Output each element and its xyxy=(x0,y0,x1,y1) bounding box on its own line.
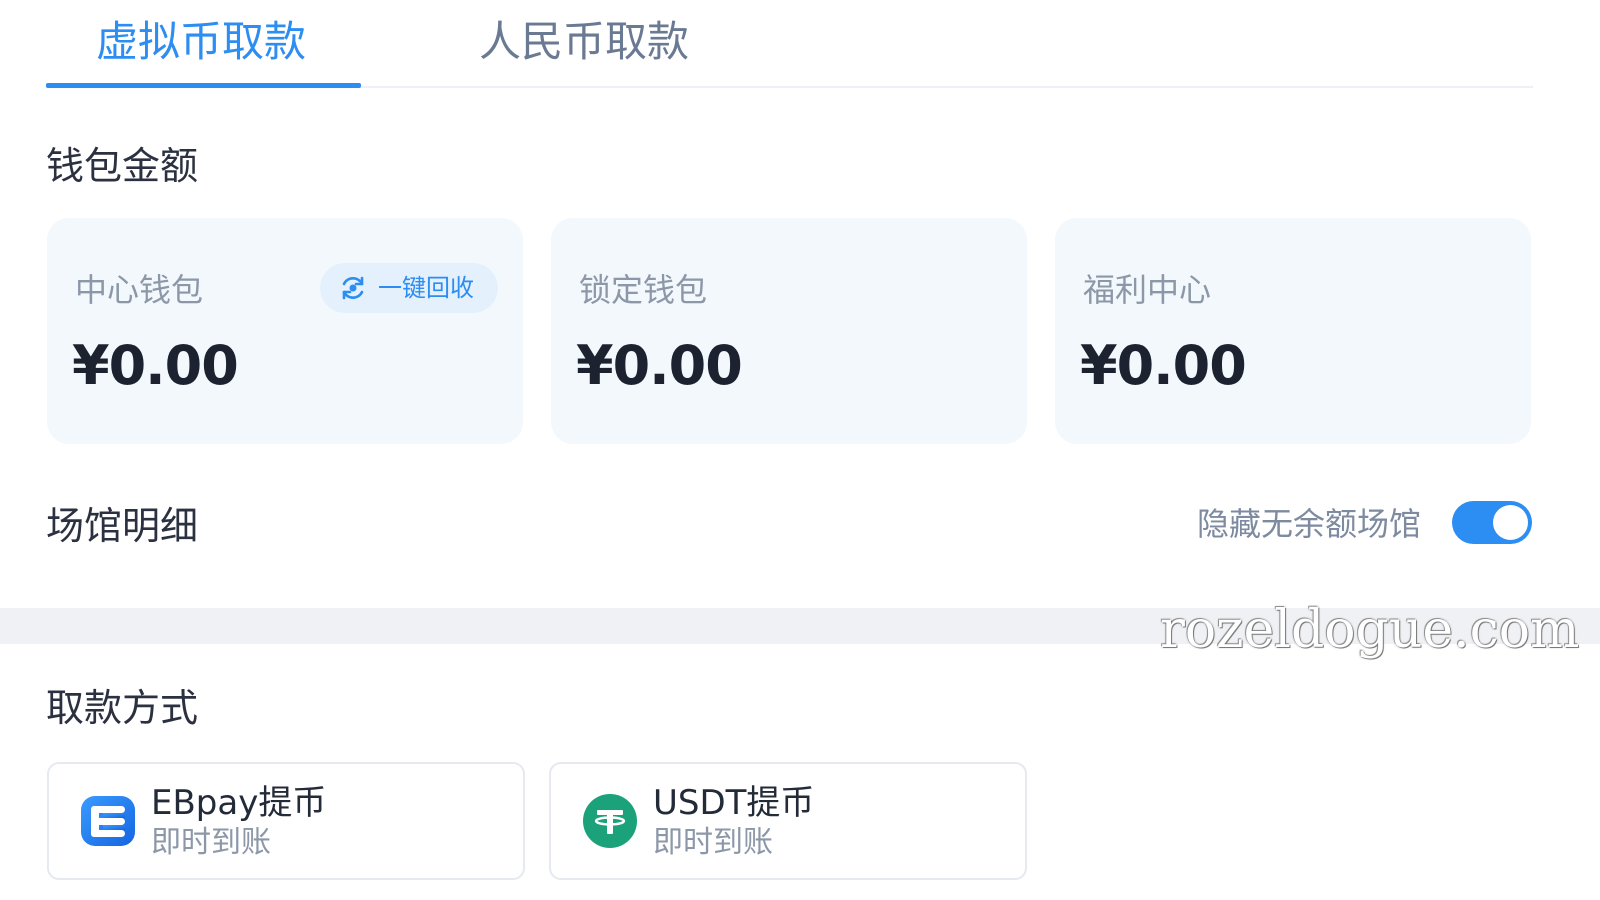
central-wallet-card: 中心钱包 一键回收 ¥0.00 xyxy=(47,218,523,444)
central-wallet-amount: ¥0.00 xyxy=(72,334,239,397)
hide-empty-venues-label: 隐藏无余额场馆 xyxy=(1197,505,1422,543)
welfare-center-label: 福利中心 xyxy=(1083,271,1212,309)
withdraw-method-title: 取款方式 xyxy=(46,686,199,730)
ebpay-method-card[interactable]: EBpay提币 即时到账 xyxy=(47,762,525,880)
usdt-method-subtitle: 即时到账 xyxy=(653,825,773,860)
tether-logo-icon xyxy=(583,794,637,848)
venue-section-title: 场馆明细 xyxy=(46,504,199,548)
locked-wallet-amount: ¥0.00 xyxy=(576,334,743,397)
withdraw-tabs: 虚拟币取款 人民币取款 xyxy=(46,0,1533,88)
recycle-icon xyxy=(342,276,364,300)
usdt-method-card[interactable]: USDT提币 即时到账 xyxy=(549,762,1027,880)
usdt-method-name: USDT提币 xyxy=(653,783,815,823)
locked-wallet-label: 锁定钱包 xyxy=(579,271,708,309)
active-tab-indicator xyxy=(46,83,361,88)
tab-rmb-withdraw[interactable]: 人民币取款 xyxy=(479,14,689,74)
ebpay-logo-icon xyxy=(81,796,135,846)
ebpay-method-name: EBpay提币 xyxy=(151,783,327,823)
hide-empty-venues-toggle[interactable] xyxy=(1452,501,1532,544)
one-click-recycle-button[interactable]: 一键回收 xyxy=(320,263,498,313)
welfare-center-amount: ¥0.00 xyxy=(1080,334,1247,397)
toggle-knob xyxy=(1493,505,1528,540)
ebpay-method-subtitle: 即时到账 xyxy=(151,825,271,860)
wallet-panel: 虚拟币取款 人民币取款 钱包金额 中心钱包 一键回收 ¥0.00 锁定钱包 ¥0… xyxy=(0,0,1600,608)
one-click-recycle-label: 一键回收 xyxy=(378,274,474,302)
welfare-center-card: 福利中心 ¥0.00 xyxy=(1055,218,1531,444)
wallet-section-title: 钱包金额 xyxy=(46,144,199,188)
section-divider xyxy=(0,608,1600,644)
tab-crypto-withdraw[interactable]: 虚拟币取款 xyxy=(96,14,306,74)
locked-wallet-card: 锁定钱包 ¥0.00 xyxy=(551,218,1027,444)
central-wallet-label: 中心钱包 xyxy=(75,271,204,309)
